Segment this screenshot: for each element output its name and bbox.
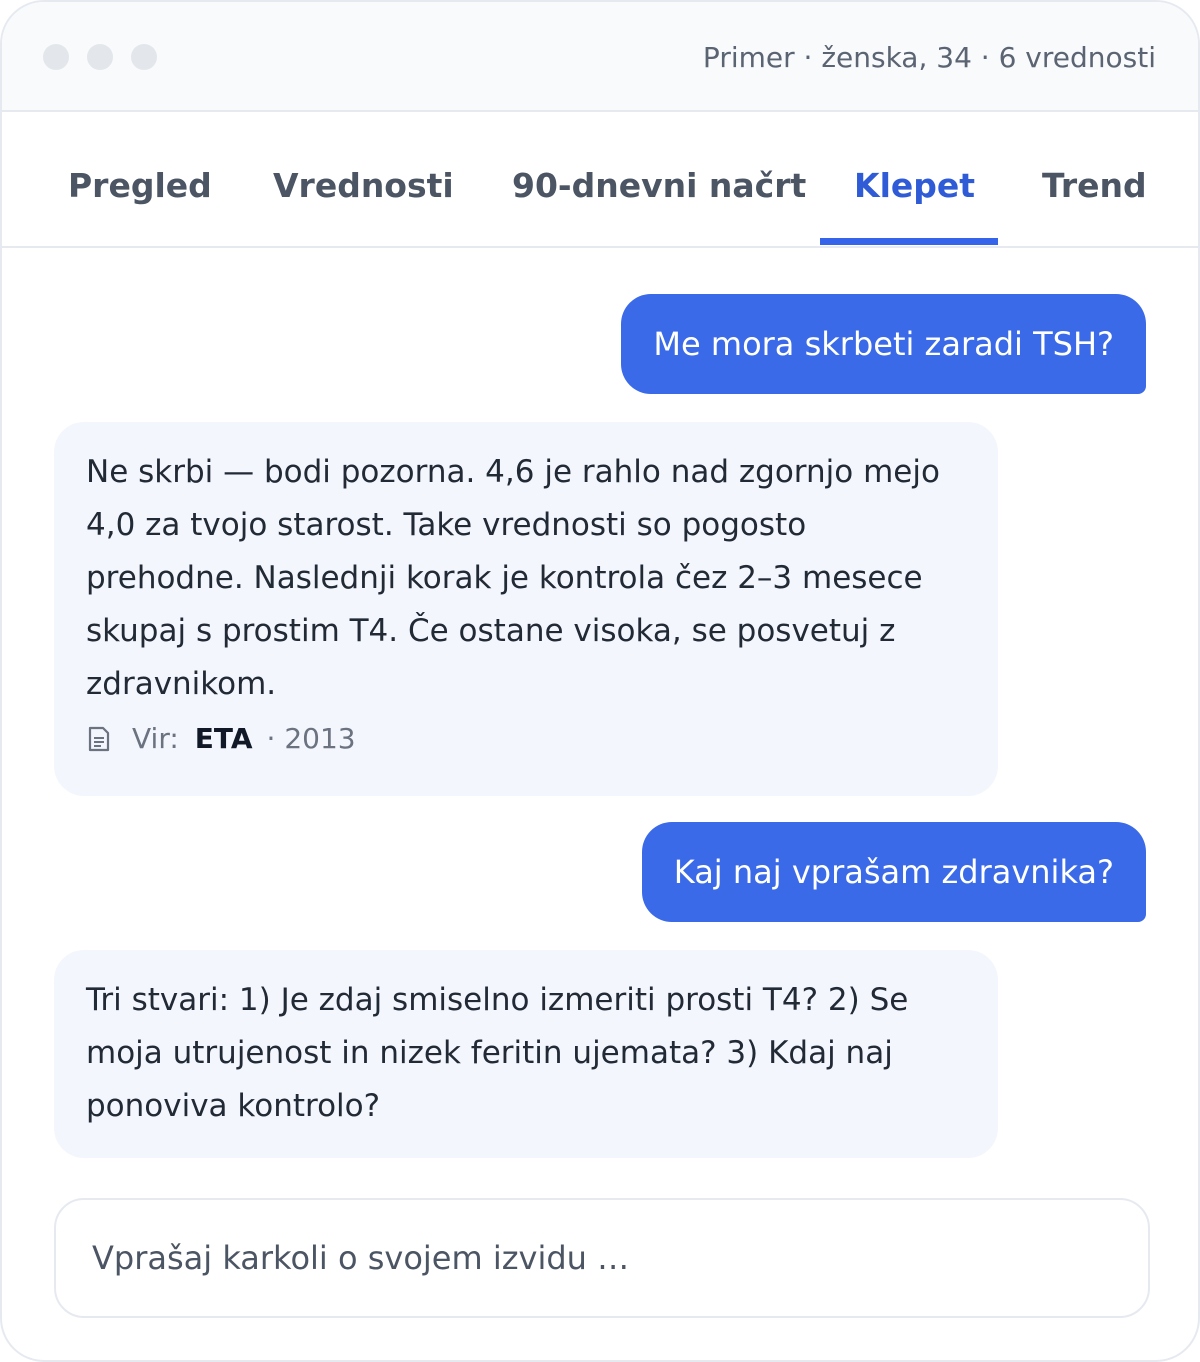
- source-name[interactable]: ETA: [195, 719, 253, 759]
- user-message: Kaj naj vprašam zdravnika?: [641, 822, 1146, 922]
- window-close-dot[interactable]: [43, 44, 69, 70]
- active-tab-indicator: [820, 238, 998, 245]
- tab-vrednosti[interactable]: Vrednosti: [273, 164, 454, 208]
- assistant-message-text: Tri stvari: 1) Je zdaj smiselno izmeriti…: [86, 982, 909, 1124]
- window-minimize-dot[interactable]: [87, 44, 113, 70]
- source-label: Vir:: [132, 722, 179, 755]
- app-window: Primer · ženska, 34 · 6 vrednosti Pregle…: [0, 0, 1200, 1362]
- document-icon: [88, 726, 110, 752]
- user-message: Me mora skrbeti zaradi TSH?: [621, 294, 1146, 394]
- chat-input[interactable]: [54, 1198, 1150, 1318]
- tab-pregled[interactable]: Pregled: [68, 164, 212, 208]
- assistant-message: Tri stvari: 1) Je zdaj smiselno izmeriti…: [54, 950, 998, 1158]
- tab-bar: Pregled Vrednosti 90-dnevni načrt Klepet…: [2, 112, 1198, 248]
- window-maximize-dot[interactable]: [131, 44, 157, 70]
- assistant-message-text: Ne skrbi — bodi pozorna. 4,6 je rahlo na…: [86, 454, 940, 702]
- tab-90-dnevni-nacrt[interactable]: 90-dnevni načrt: [512, 164, 806, 208]
- message-source: Vir: ETA · 2013: [86, 719, 966, 759]
- tab-trend[interactable]: Trend: [1042, 164, 1147, 208]
- title-bar: Primer · ženska, 34 · 6 vrednosti: [2, 2, 1198, 112]
- report-meta: Primer · ženska, 34 · 6 vrednosti: [702, 41, 1156, 74]
- tab-klepet[interactable]: Klepet: [854, 164, 975, 208]
- source-year: · 2013: [266, 722, 356, 755]
- assistant-message: Ne skrbi — bodi pozorna. 4,6 je rahlo na…: [54, 422, 998, 796]
